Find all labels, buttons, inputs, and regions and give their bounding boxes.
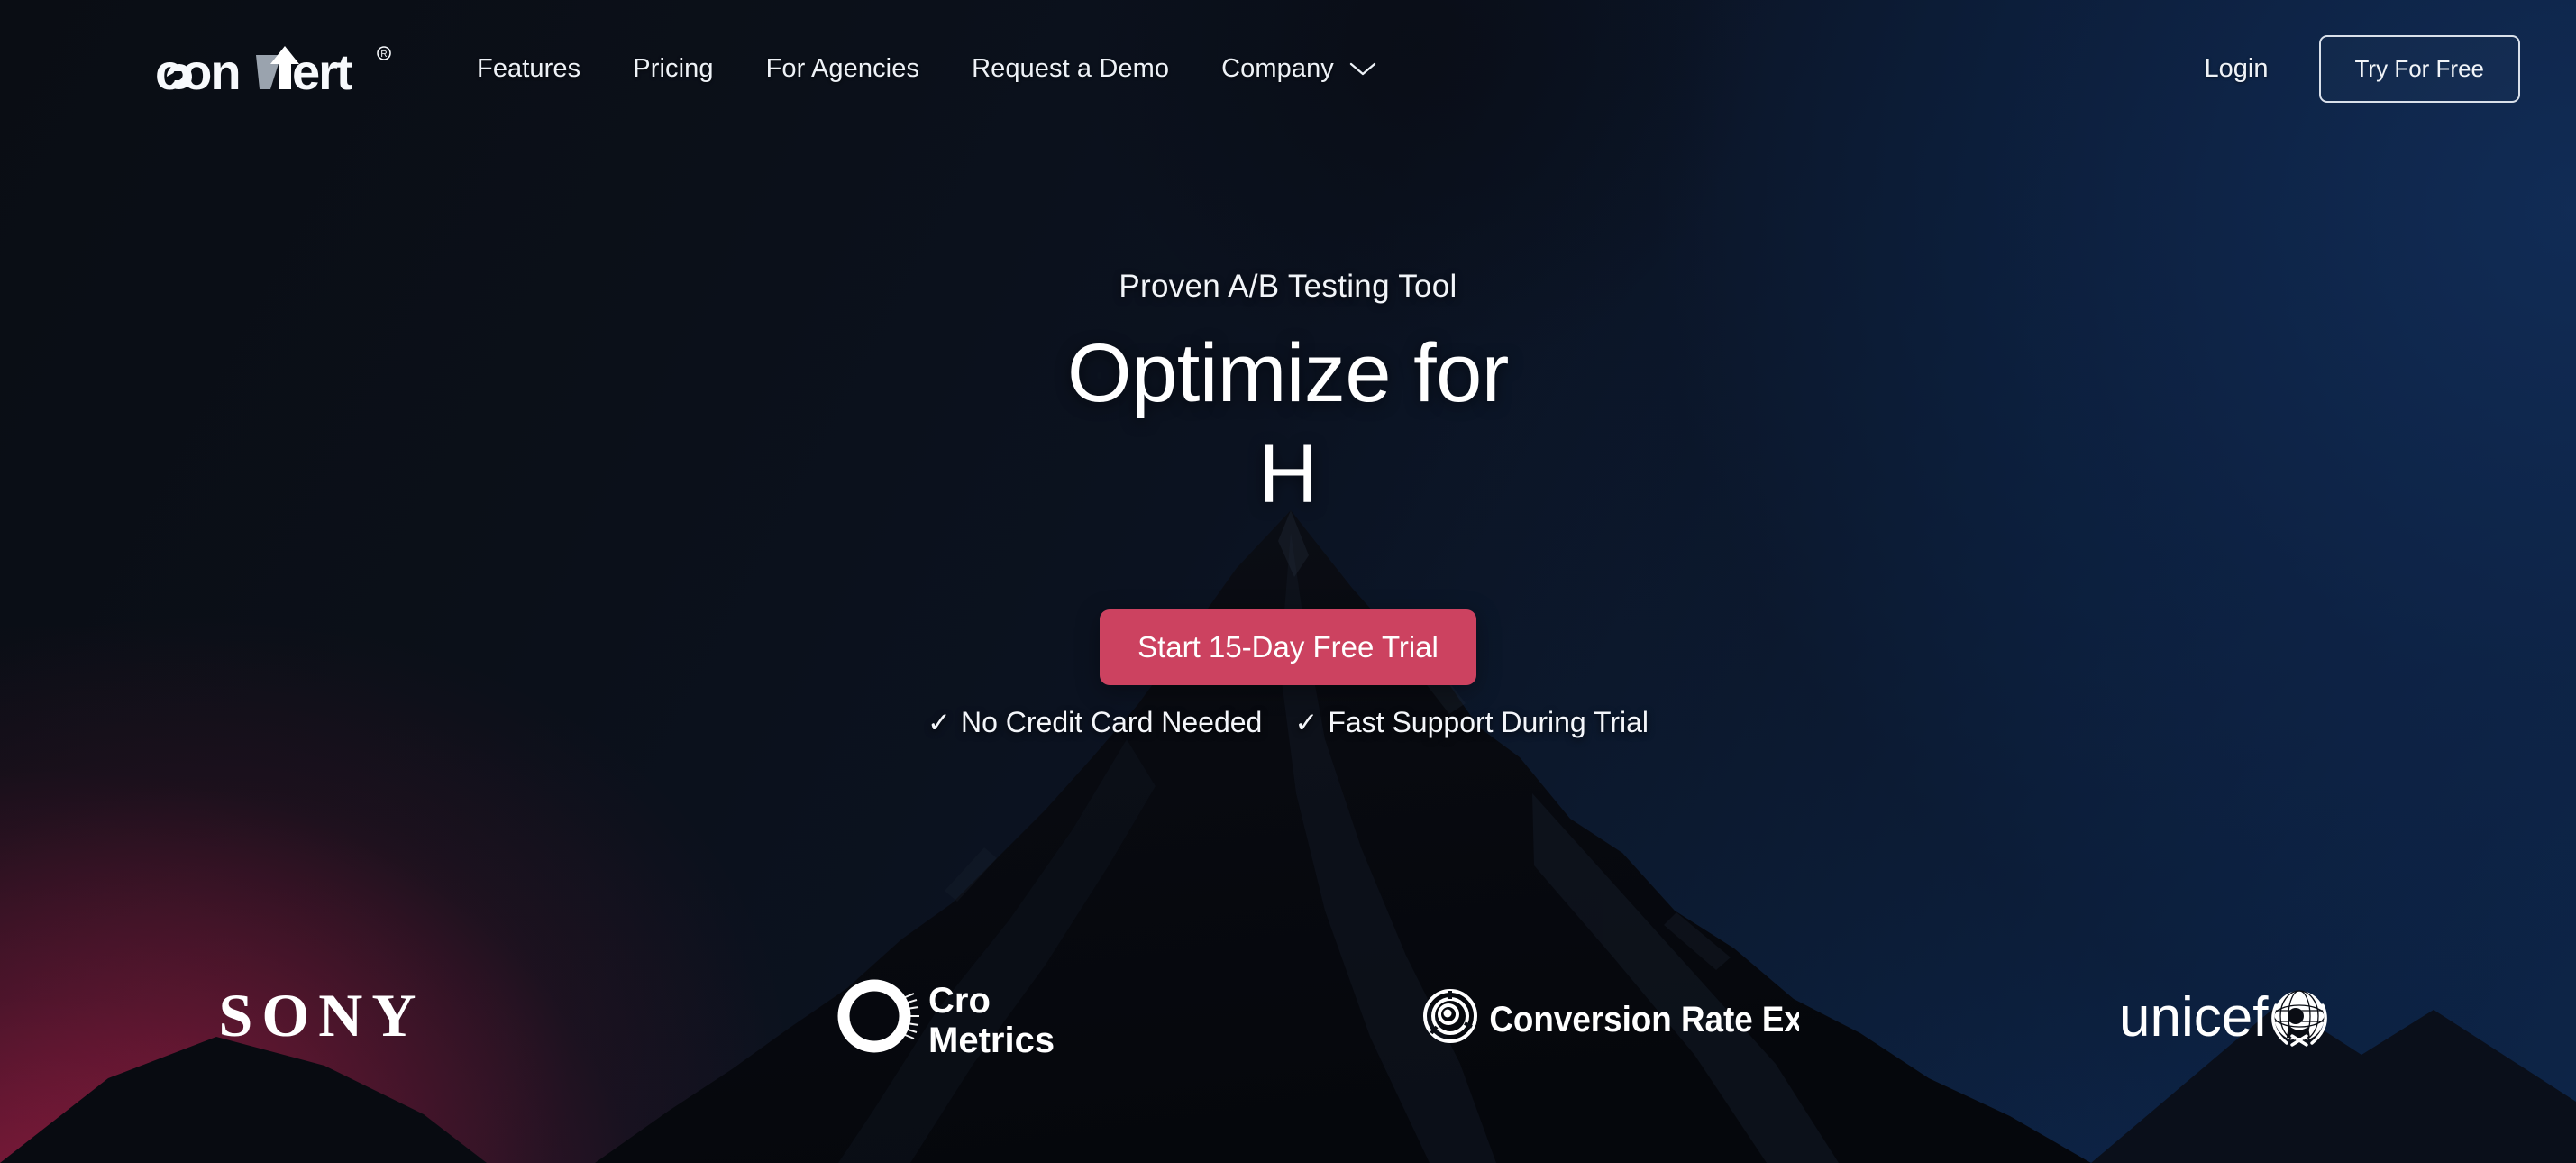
convert-arrow-logo: con ert R: [155, 43, 391, 96]
nav-label: Company: [1221, 53, 1334, 83]
nav-label: For Agencies: [765, 53, 920, 83]
sony-logo: SONY: [219, 984, 425, 1049]
client-logo-crometrics: Cro Metrics: [644, 957, 1289, 1075]
assurance-label: No Credit Card Needed: [960, 706, 1263, 738]
svg-text:SONY: SONY: [219, 984, 425, 1049]
page-title: Optimize for H: [0, 323, 2576, 525]
svg-text:Cro: Cro: [928, 981, 991, 1021]
landing-page: con ert R Features Pricing For Agencies: [0, 0, 2576, 1163]
login-link[interactable]: Login: [2192, 45, 2281, 93]
try-for-free-button[interactable]: Try For Free: [2318, 34, 2520, 103]
nav-item-for-agencies[interactable]: For Agencies: [740, 45, 945, 93]
assurance-label: Fast Support During Trial: [1328, 706, 1649, 738]
svg-text:ert: ert: [292, 43, 352, 96]
primary-navigation: Features Pricing For Agencies Request a …: [451, 45, 1402, 93]
svg-text:Metrics: Metrics: [928, 1021, 1055, 1060]
svg-text:Conversion Rate Experts: Conversion Rate Experts: [1490, 1000, 1800, 1040]
client-logo-sony: SONY: [0, 957, 644, 1075]
svg-text:R: R: [380, 50, 387, 60]
nav-label: Pricing: [633, 53, 714, 83]
trial-assurances: ✓ No Credit Card Needed ✓ Fast Support D…: [0, 706, 2576, 739]
client-logo-strip: SONY Cro Metrics Conversion Rate E unice…: [0, 957, 2576, 1075]
chevron-down-icon: [1349, 62, 1376, 75]
site-header: con ert R Features Pricing For Agencies: [0, 0, 2576, 137]
headline-line-2: H: [1258, 428, 1318, 521]
hero-eyebrow: Proven A/B Testing Tool: [1119, 269, 1457, 304]
assurance-no-credit-card: ✓ No Credit Card Needed: [927, 706, 1262, 739]
nav-item-features[interactable]: Features: [451, 45, 607, 93]
client-logo-unicef: unicef: [1932, 957, 2576, 1075]
check-icon: ✓: [1294, 707, 1319, 738]
hero-cta-wrapper: Start 15-Day Free Trial: [0, 609, 2576, 685]
headline-line-1: Optimize for: [1067, 327, 1509, 419]
nav-label: Request a Demo: [972, 53, 1170, 83]
svg-text:unicef: unicef: [2119, 986, 2269, 1049]
nav-item-company[interactable]: Company: [1195, 45, 1402, 93]
crometrics-logo: Cro Metrics: [837, 979, 1055, 1060]
brand-logo[interactable]: con ert R: [155, 41, 425, 96]
assurance-fast-support: ✓ Fast Support During Trial: [1294, 706, 1649, 739]
conversion-rate-experts-logo: Conversion Rate Experts: [1423, 989, 1800, 1043]
client-logo-conversion-rate-experts: Conversion Rate Experts: [1288, 957, 1932, 1075]
nav-item-pricing[interactable]: Pricing: [607, 45, 739, 93]
start-free-trial-button[interactable]: Start 15-Day Free Trial: [1100, 609, 1476, 685]
header-actions: Login Try For Free: [2192, 34, 2520, 103]
check-icon: ✓: [927, 707, 951, 738]
svg-text:con: con: [155, 43, 240, 96]
nav-item-request-a-demo[interactable]: Request a Demo: [945, 45, 1195, 93]
nav-label: Features: [477, 53, 581, 83]
unicef-logo: unicef: [2119, 986, 2327, 1049]
